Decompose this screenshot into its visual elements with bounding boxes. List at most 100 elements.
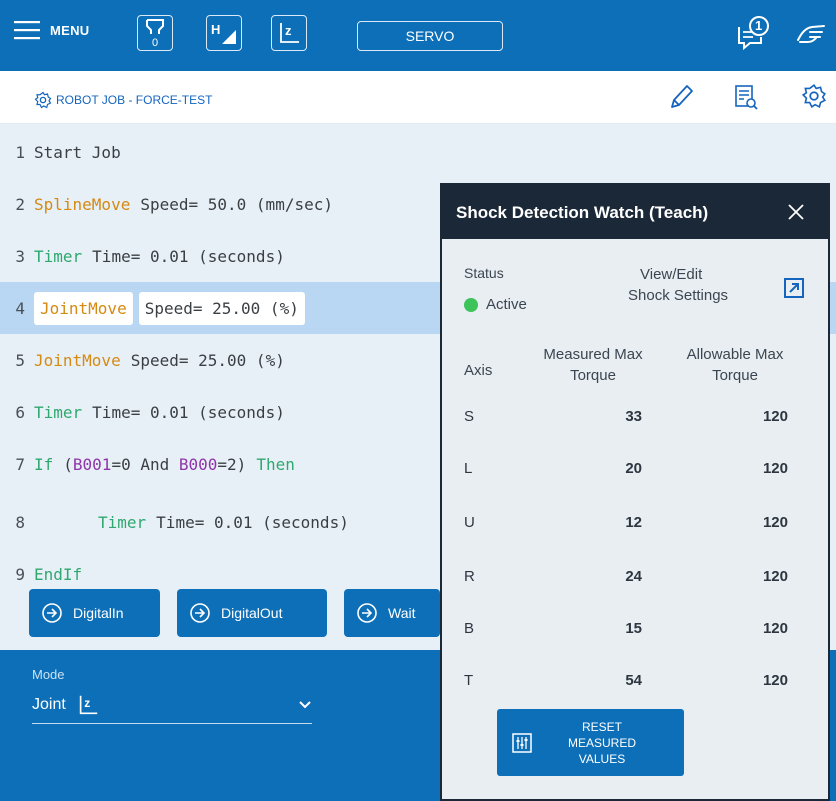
menu-label: MENU xyxy=(50,22,90,38)
reset-line2: VALUES xyxy=(578,751,626,766)
gear-icon xyxy=(34,91,52,109)
hand-guide-button[interactable] xyxy=(796,20,828,51)
allowable-cell: 120 xyxy=(762,672,788,689)
command-args[interactable]: Speed= 25.00 (%) xyxy=(138,291,305,325)
top-bar: MENU 0 H z SERVO 1 xyxy=(0,0,836,71)
axis-cell: R xyxy=(464,568,475,585)
insert-digitalin-button[interactable]: DigitalIn xyxy=(29,589,160,637)
joint-frame-icon: z xyxy=(79,695,98,714)
line-number: 9 xyxy=(15,564,25,584)
command-keyword: EndIf xyxy=(34,564,83,584)
mode-value: Joint xyxy=(32,695,66,713)
tool-number: 0 xyxy=(151,37,159,49)
document-search-icon xyxy=(735,85,758,110)
if-keyword: If xyxy=(34,454,54,474)
sliders-icon xyxy=(512,732,532,753)
job-title-text: ROBOT JOB - FORCE-TEST xyxy=(56,93,213,107)
hamburger-icon xyxy=(14,21,40,40)
notification-button[interactable]: 1 xyxy=(735,15,771,56)
variable-b001: B001 xyxy=(72,454,112,474)
line-number: 3 xyxy=(15,246,25,266)
inspect-job-button[interactable] xyxy=(733,83,759,116)
reset-measured-values-button[interactable]: RESET MEASURED VALUES xyxy=(497,709,684,776)
mode-label: Mode xyxy=(32,667,65,682)
status-label: Status xyxy=(464,265,504,281)
home-position-button[interactable]: H xyxy=(206,15,242,51)
command-args: Speed= 50.0 (mm/sec) xyxy=(140,194,333,214)
hand-pointer-icon xyxy=(797,25,825,43)
arrow-circle-icon xyxy=(190,603,210,623)
dialog-title: Shock Detection Watch (Teach) xyxy=(456,203,709,222)
line-number: 4 xyxy=(15,298,25,318)
axis-cell: B xyxy=(464,620,475,637)
measured-cell: 24 xyxy=(625,568,642,585)
then-keyword: Then xyxy=(256,454,295,474)
view-edit-line2: Shock Settings xyxy=(628,287,729,304)
insert-digitalout-button[interactable]: DigitalOut xyxy=(177,589,327,637)
axis-cell: L xyxy=(464,460,473,477)
command-args: Time= 0.01 (seconds) xyxy=(92,246,285,266)
condition-open: ( xyxy=(63,454,73,474)
edit-job-button[interactable] xyxy=(668,83,694,116)
axis-cell: T xyxy=(464,672,474,689)
chevron-down-icon xyxy=(299,701,311,709)
gear-icon xyxy=(801,84,827,109)
coordinate-frame-button[interactable]: z xyxy=(271,15,307,51)
home-position-icon: H xyxy=(211,22,236,44)
axis-cell: S xyxy=(464,408,475,425)
svg-text:z: z xyxy=(84,695,90,709)
reset-label: RESET MEASURED VALUES xyxy=(547,719,657,767)
command-keyword: JointMove xyxy=(34,350,121,370)
command-args: Speed= 25.00 (%) xyxy=(130,350,285,370)
reset-line1: RESET MEASURED xyxy=(567,719,636,750)
allowable-cell: 120 xyxy=(762,568,788,585)
allowable-cell: 120 xyxy=(762,620,788,637)
command-keyword[interactable]: JointMove xyxy=(34,291,133,325)
measured-cell: 15 xyxy=(625,620,642,637)
action-label: Wait xyxy=(388,605,416,621)
status-indicator: Active xyxy=(464,296,527,313)
view-edit-line1: View/Edit xyxy=(640,266,703,283)
shock-detection-dialog: Shock Detection Watch (Teach) Status Act… xyxy=(440,183,830,801)
external-link-icon[interactable] xyxy=(783,277,805,299)
command-keyword: Timer xyxy=(34,402,83,422)
command-args: Time= 0.01 (seconds) xyxy=(156,512,349,532)
arrow-circle-icon xyxy=(357,603,377,623)
close-icon[interactable] xyxy=(786,202,806,222)
view-edit-shock-settings-link[interactable]: View/Edit Shock Settings xyxy=(628,264,728,306)
column-header-measured: Measured Max Torque xyxy=(528,344,658,386)
dialog-header: Shock Detection Watch (Teach) xyxy=(442,185,828,239)
action-label: DigitalOut xyxy=(221,605,283,621)
job-settings-button[interactable] xyxy=(801,83,827,114)
command-keyword: Timer xyxy=(34,246,83,266)
line-number: 1 xyxy=(15,142,25,162)
allowable-line2: Torque xyxy=(712,367,758,384)
allowable-cell: 120 xyxy=(762,514,788,531)
line-number: 8 xyxy=(15,512,25,532)
allowable-cell: 120 xyxy=(762,408,788,425)
svg-text:H: H xyxy=(211,22,220,37)
svg-text:z: z xyxy=(285,23,292,38)
measured-line2: Torque xyxy=(570,367,616,384)
job-line[interactable]: 1 Start Job xyxy=(0,126,836,178)
tool-select-button[interactable]: 0 xyxy=(137,15,173,51)
line-number: 5 xyxy=(15,350,25,370)
condition-close: =2) xyxy=(217,454,247,474)
allowable-line1: Allowable Max xyxy=(686,346,784,363)
menu-button[interactable]: MENU xyxy=(14,20,89,40)
servo-button[interactable]: SERVO xyxy=(357,21,503,51)
job-title[interactable]: ROBOT JOB - FORCE-TEST xyxy=(34,91,212,109)
measured-cell: 20 xyxy=(625,460,642,477)
command-keyword: Timer xyxy=(98,512,147,532)
condition-mid: =0 And xyxy=(111,454,179,474)
job-title-bar: ROBOT JOB - FORCE-TEST xyxy=(0,71,836,124)
pencil-icon xyxy=(671,85,693,108)
axis-cell: U xyxy=(464,514,475,531)
insert-wait-button[interactable]: Wait xyxy=(344,589,440,637)
notification-count: 1 xyxy=(755,18,763,33)
mode-select[interactable]: Joint z xyxy=(32,686,312,724)
command-args: Time= 0.01 (seconds) xyxy=(92,402,285,422)
line-number: 7 xyxy=(15,454,25,474)
command-keyword: SplineMove xyxy=(34,194,131,214)
column-header-axis: Axis xyxy=(464,362,493,379)
